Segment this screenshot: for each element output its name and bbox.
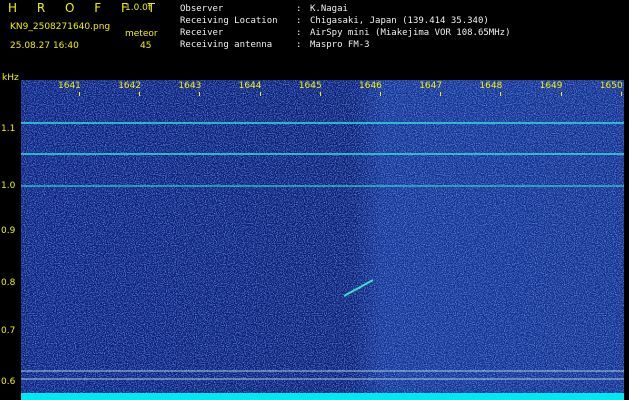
x-tick-mark (139, 92, 141, 96)
x-tick-label: 1645 (298, 81, 322, 91)
x-tick-mark (440, 92, 442, 96)
y-tick-label: 0.7 (1, 326, 16, 336)
x-tick-mark (319, 92, 321, 96)
info-row-antenna: Receiving antenna: Maspro FM-3 (180, 40, 370, 50)
observation-info: Observer: K.Nagai Receiving Location: Chig… (180, 3, 510, 51)
info-row-receiver: Receiver: AirSpy mini (Miakejima VOR 108.… (180, 28, 511, 38)
y-tick-label: 0.6 (1, 377, 16, 387)
x-tick-label: 1643 (178, 81, 202, 91)
info-row-location: Receiving Location: Chigasaki, Japan (139… (180, 16, 489, 26)
x-tick-label: 1646 (359, 81, 382, 91)
meteor-count: 45 (140, 41, 152, 51)
mode-label: meteor (125, 29, 158, 39)
info-row-observer: Observer: K.Nagai (180, 4, 348, 14)
y-tick-label: 1.1 (1, 124, 16, 134)
x-tick-label: 1641 (58, 81, 81, 91)
spectrogram-noise (21, 80, 624, 395)
x-tick-label: 1648 (479, 81, 503, 91)
x-tick-label: 1650 (599, 81, 623, 91)
x-tick-mark (380, 92, 381, 96)
y-tick-label: 0.9 (1, 226, 16, 236)
header-panel: H R O F F T 1.0.0f KN9_2508271640.png me… (0, 0, 629, 72)
bottom-band (21, 393, 624, 400)
x-tick-mark (620, 92, 622, 96)
y-tick-label: 1.0 (1, 181, 16, 191)
x-tick-label: 1649 (539, 81, 563, 91)
x-tick-mark (79, 92, 80, 96)
y-axis-unit: kHz (2, 73, 19, 83)
file-name: KN9_2508271640.png (10, 22, 111, 32)
x-tick-mark (500, 92, 502, 96)
spectrogram (21, 80, 624, 395)
x-tick-label: 1644 (238, 81, 262, 91)
y-tick-label: 0.8 (1, 278, 16, 288)
timestamp: 25.08.27 16:40 (10, 41, 79, 51)
app-version: 1.0.0f (125, 3, 152, 13)
x-tick-label: 1642 (118, 81, 142, 91)
x-tick-mark (259, 92, 261, 96)
x-tick-label: 1647 (419, 81, 443, 91)
x-tick-mark (199, 92, 201, 96)
x-tick-mark (560, 92, 562, 96)
